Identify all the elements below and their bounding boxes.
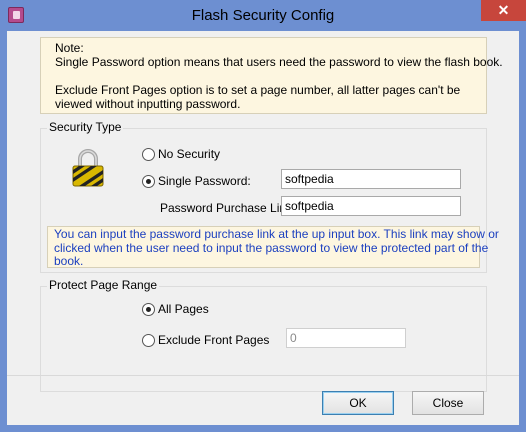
single-password-label: Single Password: (158, 174, 251, 188)
purchase-link-label: Password Purchase Link: (160, 201, 296, 215)
password-input[interactable] (281, 169, 461, 189)
note-line: Note: (55, 41, 84, 55)
note-line (55, 69, 472, 83)
radio-all-pages-circle[interactable] (142, 302, 155, 316)
dialog-body: Note: Single Password option means that … (7, 31, 519, 425)
dialog-window: Flash Security Config ✕ Note: Single Pas… (0, 0, 526, 432)
note-line: Single Password option means that users … (55, 55, 503, 69)
footer-separator (7, 375, 519, 376)
window-title: Flash Security Config (191, 7, 335, 24)
note-panel: Note: Single Password option means that … (40, 37, 503, 114)
no-security-label: No Security (158, 147, 221, 161)
radio-all-pages[interactable]: All Pages (142, 302, 209, 316)
close-button[interactable]: Close (412, 391, 484, 415)
radio-exclude-front-pages[interactable]: Exclude Front Pages (142, 333, 269, 347)
info-line: You can input the password purchase link… (54, 227, 499, 241)
page-range-group: Protect Page Range All Pages Exclude Fro… (40, 278, 487, 392)
radio-no-security-circle[interactable] (142, 147, 155, 161)
close-icon[interactable]: ✕ (481, 0, 526, 21)
security-type-group: Security Type No Security Single Passwor… (40, 120, 499, 273)
exclude-label: Exclude Front Pages (158, 333, 270, 347)
radio-single-password-circle[interactable] (142, 174, 155, 188)
security-type-label: Security Type (47, 120, 124, 134)
info-line: clicked when the user need to input the … (54, 240, 489, 255)
note-line: Exclude Front Pages option is to set a p… (55, 83, 461, 97)
info-line: book. (54, 254, 84, 268)
purchase-link-info: You can input the password purchase link… (47, 226, 499, 268)
purchase-link-input[interactable] (281, 196, 461, 216)
radio-no-security[interactable]: No Security (142, 147, 220, 161)
exclude-pages-input[interactable] (286, 328, 406, 348)
ok-button[interactable]: OK (322, 391, 394, 415)
note-line: viewed without inputting password. (55, 97, 241, 111)
radio-exclude-circle[interactable] (142, 333, 155, 347)
radio-single-password[interactable]: Single Password: (142, 174, 251, 188)
page-range-label: Protect Page Range (47, 278, 160, 292)
all-pages-label: All Pages (158, 302, 209, 316)
title-bar: Flash Security Config ✕ (0, 0, 526, 31)
lock-icon (72, 149, 104, 187)
